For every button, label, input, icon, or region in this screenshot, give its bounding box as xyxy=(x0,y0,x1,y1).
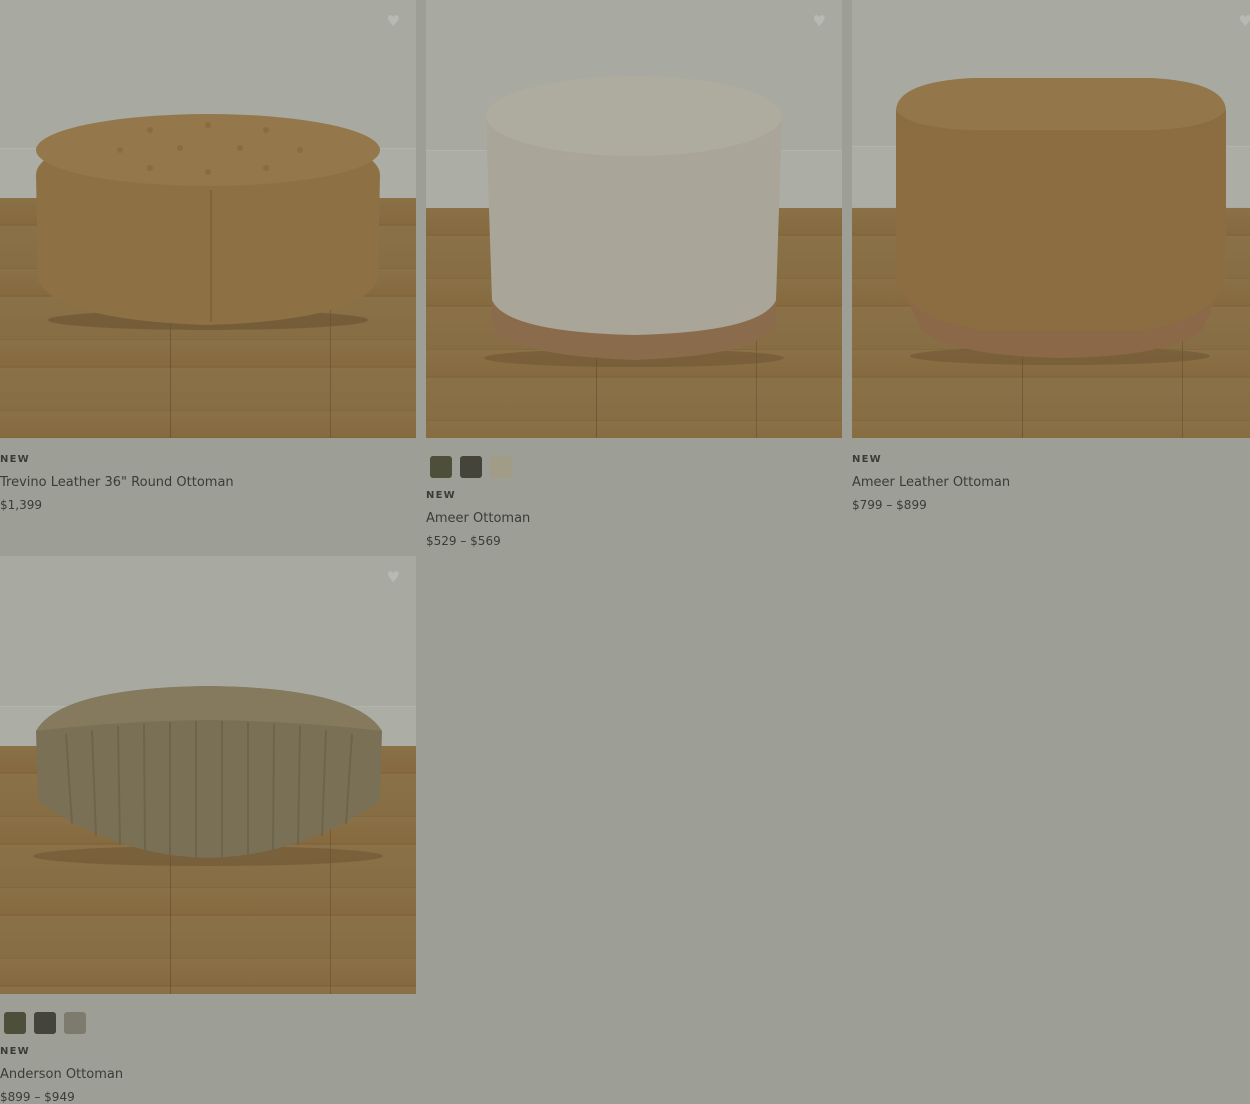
product-image[interactable]: ♥ xyxy=(0,556,416,994)
product-price: $799 – $899 xyxy=(852,498,927,512)
product-badge: NEW xyxy=(0,454,30,465)
color-swatch[interactable] xyxy=(460,456,482,478)
color-swatch[interactable] xyxy=(4,1012,26,1034)
product-image[interactable]: ♥ xyxy=(852,0,1250,438)
color-swatch[interactable] xyxy=(64,1012,86,1034)
product-card[interactable]: ♥ NEW Ameer Leather Ottoman $799 – $899 xyxy=(852,0,1250,512)
heart-icon[interactable]: ♥ xyxy=(387,14,400,29)
hexagon-ottoman-illustration xyxy=(896,78,1226,365)
round-ottoman-illustration xyxy=(484,76,784,367)
product-price: $1,399 xyxy=(0,498,42,512)
product-badge: NEW xyxy=(852,454,882,465)
product-image[interactable]: ♥ xyxy=(426,0,842,438)
product-card[interactable]: ♥ NEW Anderson Ottoman $899 – $949 xyxy=(0,556,416,1104)
product-card[interactable]: ♥ NEW Ameer Ottoman $529 – $569 xyxy=(426,0,842,548)
color-swatch[interactable] xyxy=(34,1012,56,1034)
product-price: $529 – $569 xyxy=(426,534,501,548)
product-badge: NEW xyxy=(0,1046,30,1057)
color-swatches xyxy=(4,1012,416,1034)
round-ottoman-illustration xyxy=(36,114,380,330)
color-swatch[interactable] xyxy=(490,456,512,478)
heart-icon[interactable]: ♥ xyxy=(387,570,400,585)
product-name[interactable]: Ameer Leather Ottoman xyxy=(852,475,1250,490)
color-swatches xyxy=(430,456,842,478)
heart-icon[interactable]: ♥ xyxy=(1239,14,1250,29)
product-name[interactable]: Anderson Ottoman xyxy=(0,1067,416,1082)
color-swatch[interactable] xyxy=(430,456,452,478)
product-badge: NEW xyxy=(426,490,456,501)
product-card[interactable]: ♥ NEW Trevino Leather 36" Round Ottoman … xyxy=(0,0,416,512)
product-image[interactable]: ♥ xyxy=(0,0,416,438)
product-price: $899 – $949 xyxy=(0,1090,75,1104)
product-name[interactable]: Trevino Leather 36" Round Ottoman xyxy=(0,475,416,490)
channel-ottoman-illustration xyxy=(33,686,383,866)
heart-icon[interactable]: ♥ xyxy=(813,14,826,29)
product-name[interactable]: Ameer Ottoman xyxy=(426,511,842,526)
